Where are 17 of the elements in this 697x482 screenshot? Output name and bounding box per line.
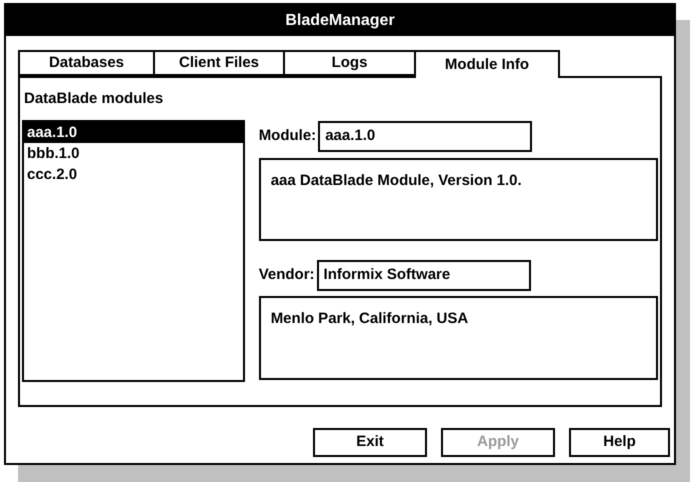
module-label: Module:: [258, 126, 316, 146]
module-field[interactable]: aaa.1.0: [318, 120, 532, 152]
tab[interactable]: Module Info: [414, 50, 560, 78]
tab[interactable]: Client Files: [153, 50, 285, 76]
address-box[interactable]: Menlo Park, California, USA: [258, 296, 658, 380]
tab[interactable]: Databases: [18, 50, 155, 76]
description-box[interactable]: aaa DataBlade Module, Version 1.0.: [258, 158, 658, 241]
window-title: BladeManager: [6, 5, 674, 36]
list-item[interactable]: bbb.1.0: [24, 143, 243, 164]
dialog-button[interactable]: Help: [569, 428, 670, 457]
vendor-label: Vendor:: [258, 264, 315, 285]
vendor-field[interactable]: Informix Software: [316, 260, 531, 290]
tab[interactable]: Logs: [283, 50, 416, 76]
list-item[interactable]: aaa.1.0: [24, 122, 243, 143]
list-label: DataBlade modules: [23, 89, 164, 109]
list-item[interactable]: ccc.2.0: [24, 164, 243, 185]
dialog-button[interactable]: Exit: [313, 428, 427, 457]
